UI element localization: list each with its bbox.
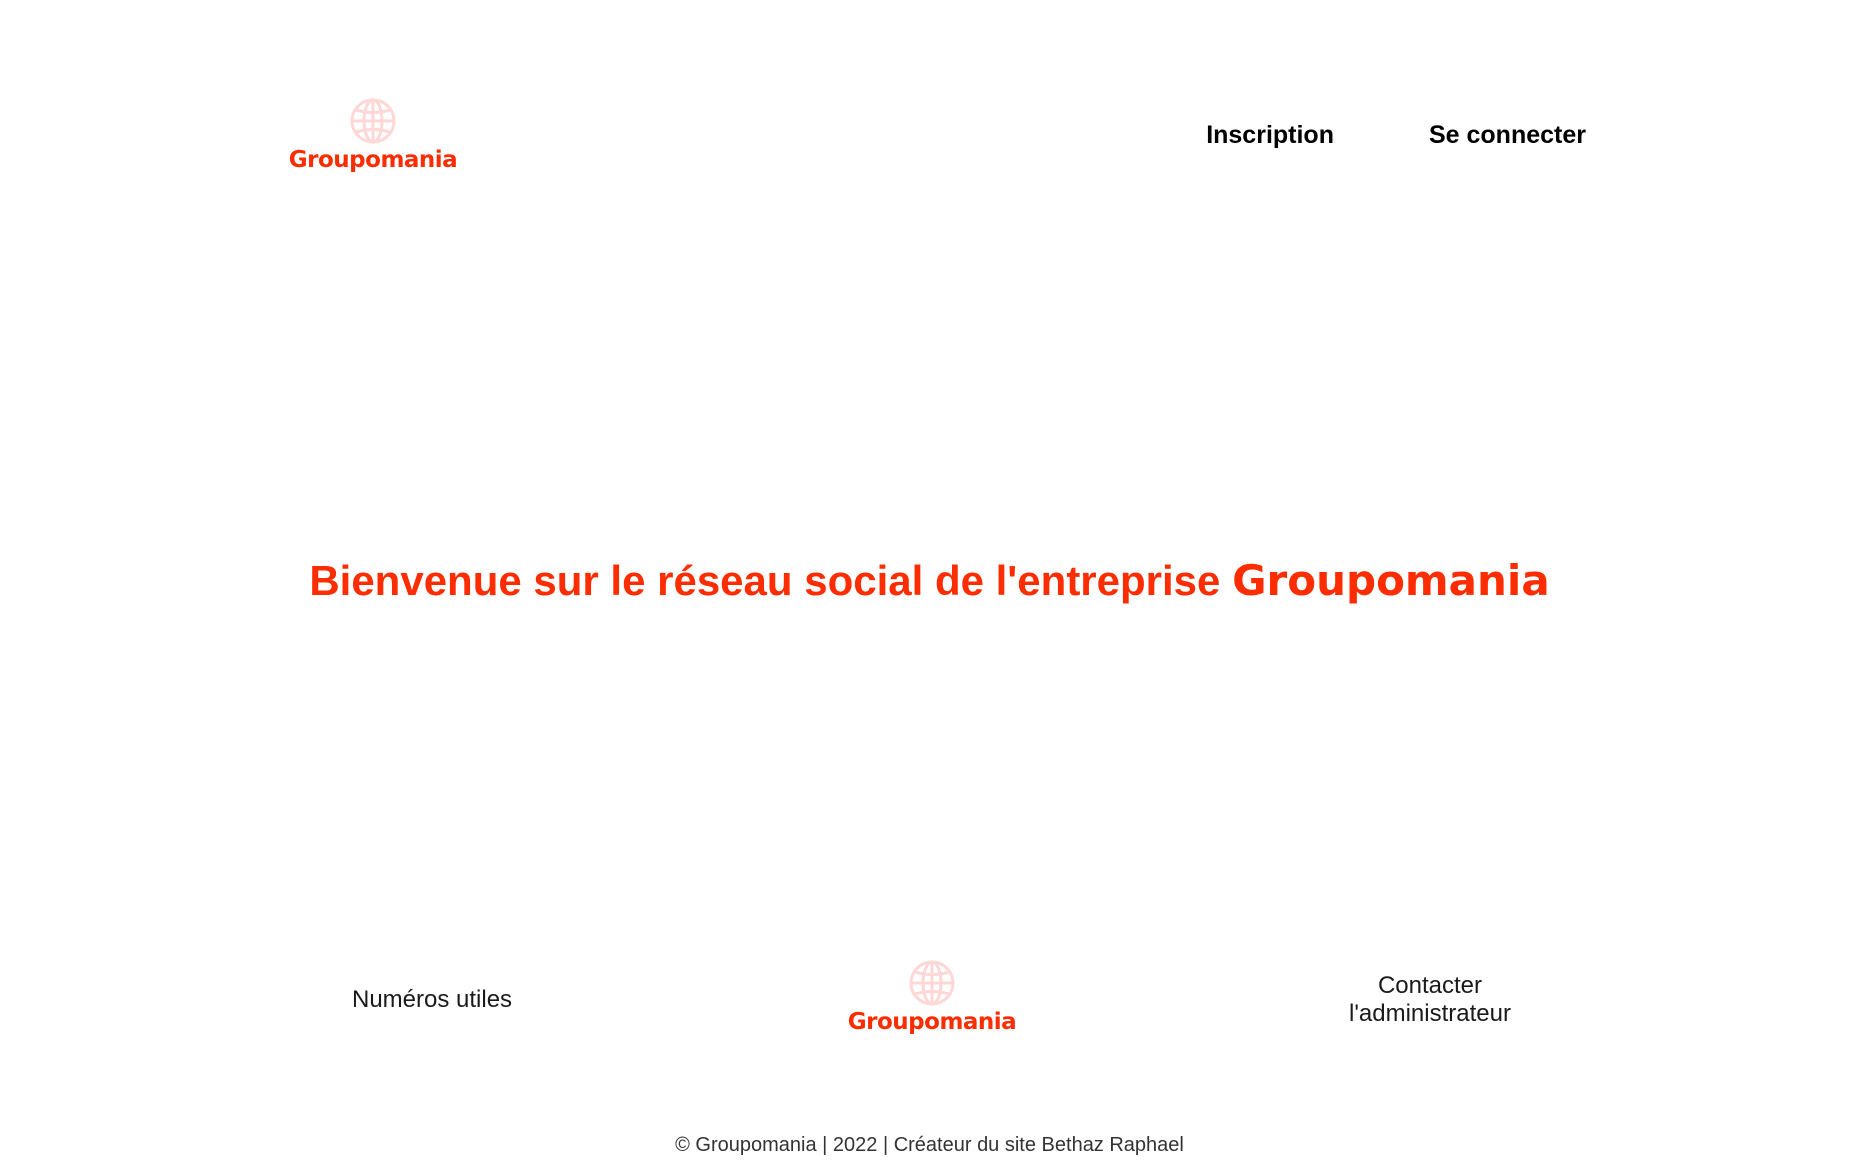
welcome-brand: Groupomania	[1232, 556, 1550, 605]
copyright-text: © Groupomania | 2022 | Créateur du site …	[675, 1134, 1184, 1156]
header-logo[interactable]: Groupomania	[289, 96, 458, 172]
contact-line-2: l'administrateur	[1349, 1000, 1511, 1027]
contact-line-1: Contacter	[1377, 972, 1483, 999]
main-nav: Inscription Se connecter	[1206, 121, 1586, 150]
page: Groupomania Inscription Se connecter Bie…	[0, 0, 1859, 1165]
contact-admin-link[interactable]: Contacter l'administrateur	[1300, 972, 1560, 1028]
welcome-text: Bienvenue sur le réseau social de l'entr…	[309, 557, 1233, 604]
globe-icon	[909, 960, 955, 1006]
logo-text: Groupomania	[847, 1009, 1017, 1035]
site-footer: Numéros utiles Groupomania Contacter l'a…	[0, 950, 1859, 1060]
logo-text: Groupomania	[288, 147, 458, 173]
globe-icon	[350, 98, 396, 144]
site-header: Groupomania Inscription Se connecter	[0, 0, 1859, 220]
useful-numbers-link[interactable]: Numéros utiles	[352, 986, 512, 1014]
footer-logo[interactable]: Groupomania	[848, 958, 1017, 1034]
welcome-heading: Bienvenue sur le réseau social de l'entr…	[0, 556, 1859, 605]
signup-link[interactable]: Inscription	[1206, 121, 1334, 150]
login-link[interactable]: Se connecter	[1429, 121, 1586, 150]
